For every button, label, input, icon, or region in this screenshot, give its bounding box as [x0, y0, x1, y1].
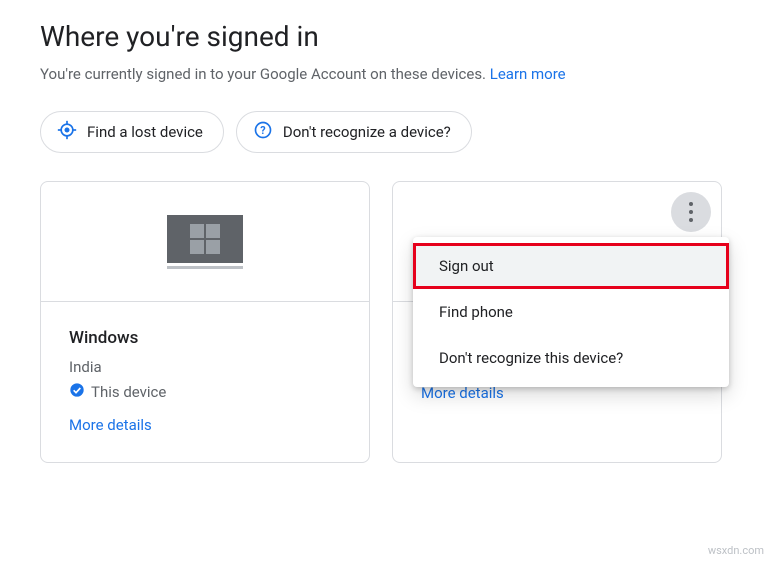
more-options-button[interactable]: [671, 192, 711, 232]
find-lost-device-button[interactable]: Find a lost device: [40, 111, 224, 153]
menu-item-dont-recognize[interactable]: Don't recognize this device?: [413, 335, 729, 381]
windows-icon: [41, 182, 369, 302]
pill-label: Find a lost device: [87, 123, 203, 141]
question-icon: ?: [253, 120, 273, 144]
this-device-badge: This device: [69, 382, 341, 402]
menu-item-find-phone[interactable]: Find phone: [413, 289, 729, 335]
device-location: India: [69, 358, 341, 376]
device-name: Windows: [69, 328, 341, 348]
learn-more-link[interactable]: Learn more: [490, 65, 566, 83]
more-details-link[interactable]: More details: [69, 416, 341, 434]
more-vertical-icon: [689, 202, 693, 222]
watermark: wsxdn.com: [708, 544, 764, 557]
page-title: Where you're signed in: [40, 20, 732, 53]
target-icon: [57, 120, 77, 144]
device-card-windows: Windows India This device More details: [40, 181, 370, 463]
menu-item-sign-out[interactable]: Sign out: [413, 243, 729, 289]
device-card-phone: India 1 hour ago More details Sign out F…: [392, 181, 722, 463]
page-subtitle: You're currently signed in to your Googl…: [40, 65, 732, 83]
pill-label: Don't recognize a device?: [283, 123, 451, 141]
dont-recognize-device-button[interactable]: ? Don't recognize a device?: [236, 111, 472, 153]
svg-text:?: ?: [260, 124, 265, 137]
device-actions-menu: Sign out Find phone Don't recognize this…: [413, 237, 729, 387]
check-icon: [69, 382, 85, 402]
